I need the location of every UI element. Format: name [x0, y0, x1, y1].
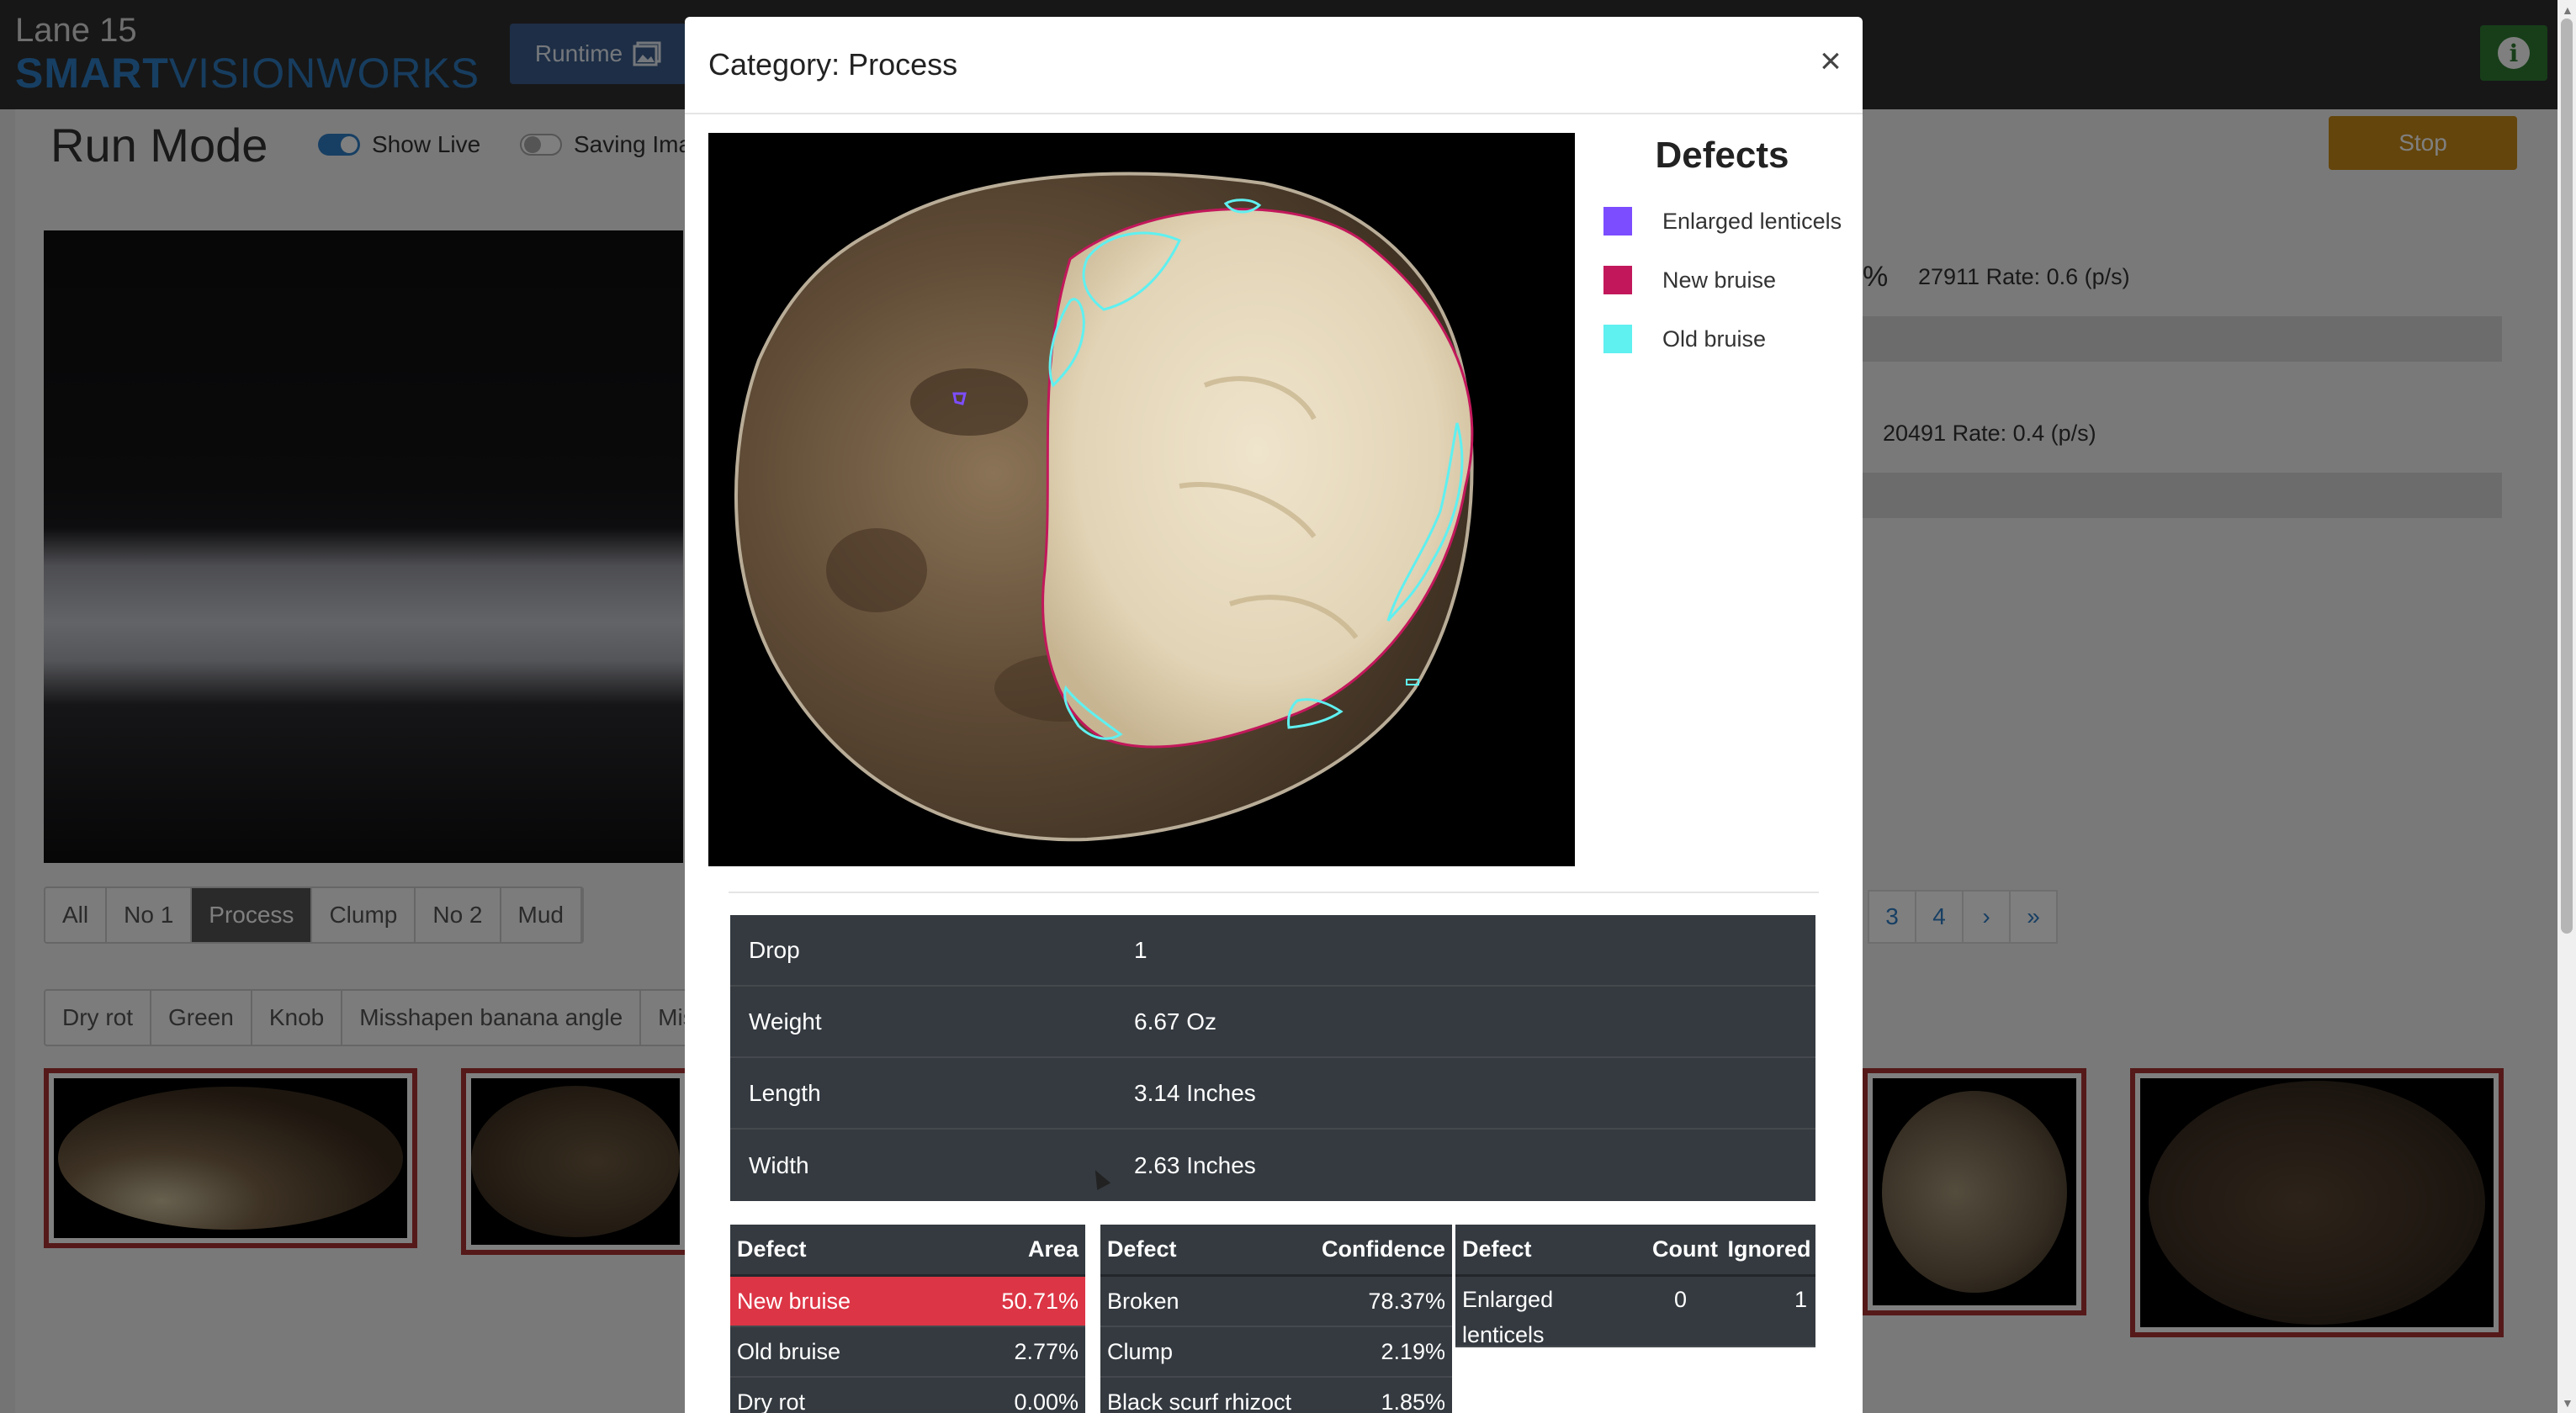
defect-count-table: Defect Count Ignored Enlarged lenticels … [1455, 1225, 1815, 1347]
table-row: Dry rot 0.00% [730, 1378, 1085, 1413]
table-row: Drop 1 [730, 915, 1815, 987]
table-row: Length 3.14 Inches [730, 1058, 1815, 1130]
table-header: Defect Area [730, 1225, 1085, 1277]
color-swatch [1603, 325, 1632, 353]
close-icon[interactable]: × [1812, 40, 1849, 82]
scrollbar-thumb[interactable] [2561, 19, 2573, 934]
page-scrollbar[interactable]: ▲ ▼ [2557, 0, 2576, 1413]
color-swatch [1603, 207, 1632, 236]
color-swatch [1603, 266, 1632, 294]
table-row: Width 2.63 Inches [749, 1151, 1256, 1178]
table-row: New bruise 50.71% [730, 1277, 1085, 1327]
legend-item-enlarged-lenticels: Enlarged lenticels [1592, 192, 1852, 251]
table-row: Clump 2.19% [1100, 1327, 1452, 1378]
modal-title: Category: Process [708, 47, 958, 82]
potato-defect-overlay [708, 133, 1575, 866]
legend-item-old-bruise: Old bruise [1592, 310, 1852, 368]
measurement-table: Drop 1 Weight 6.67 Oz Length 3.14 Inches… [730, 915, 1815, 1201]
table-row: Old bruise 2.77% [730, 1327, 1085, 1378]
table-row: Enlarged lenticels 0 1 [1455, 1277, 1815, 1347]
potato-image [708, 133, 1575, 866]
table-row: Black scurf rhizoct 1.85% [1100, 1378, 1452, 1413]
modal-header: Category: Process × [685, 17, 1863, 114]
defect-area-table: Defect Area New bruise 50.71% Old bruise… [730, 1225, 1085, 1413]
legend-title: Defects [1655, 135, 1789, 176]
table-header: Defect Confidence [1100, 1225, 1452, 1277]
legend-item-new-bruise: New bruise [1592, 251, 1852, 310]
defects-legend: Defects Enlarged lenticels New bruise Ol… [1592, 135, 1852, 368]
table-row: Broken 78.37% [1100, 1277, 1452, 1327]
table-row: Weight 6.67 Oz [730, 987, 1815, 1058]
table-header: Defect Count Ignored [1455, 1225, 1815, 1277]
divider [729, 892, 1819, 893]
defect-detail-modal: Category: Process × Defects Enlarged len… [685, 17, 1863, 1413]
defect-confidence-table: Defect Confidence Broken 78.37% Clump 2.… [1100, 1225, 1452, 1413]
